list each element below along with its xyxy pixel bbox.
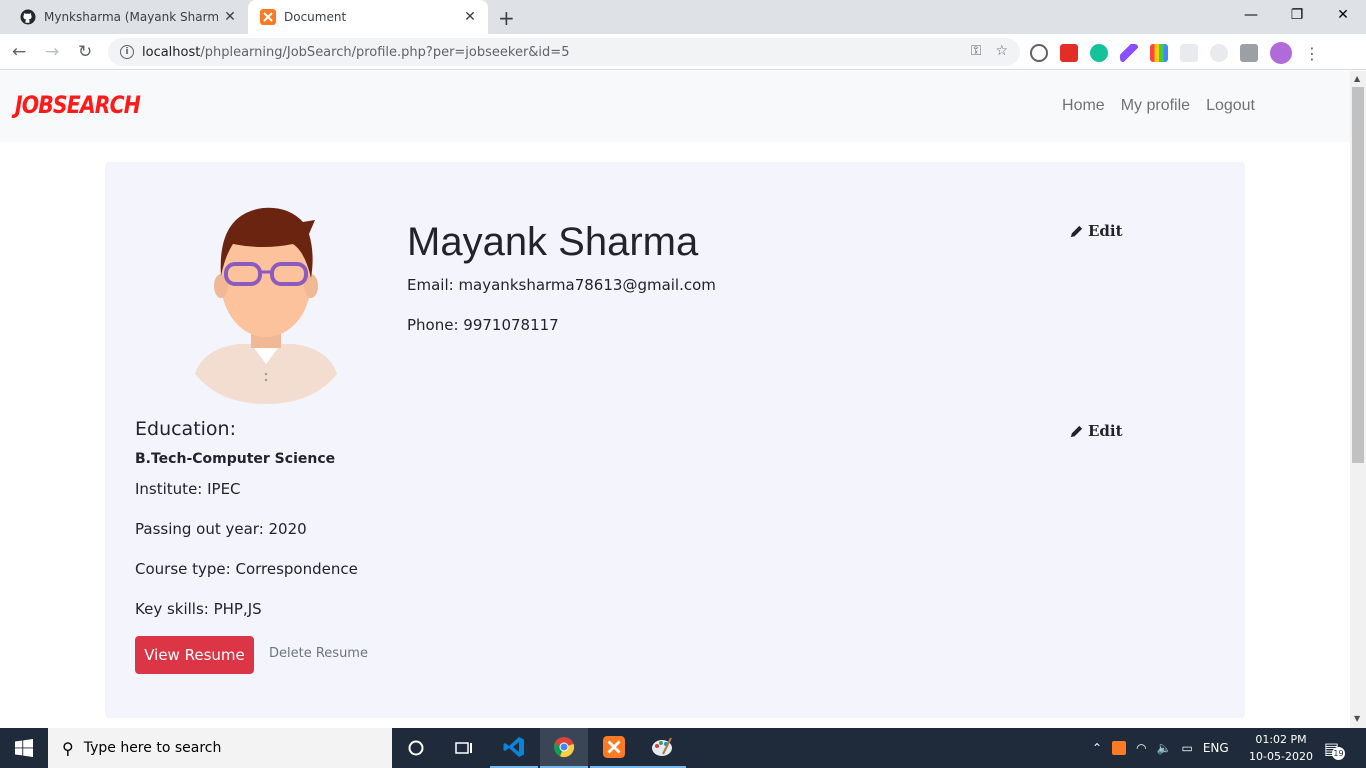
- taskbar-search-input[interactable]: ⚲ Type here to search: [48, 728, 392, 768]
- close-window-icon[interactable]: ✕: [1320, 0, 1366, 30]
- task-view-icon[interactable]: [440, 728, 488, 768]
- windows-taskbar: ⚲ Type here to search ⌃ ◠ 🔈 ▭ ENG 01:02 …: [0, 728, 1366, 768]
- education-degree: B.Tech-Computer Science: [135, 451, 336, 467]
- url-path: /phplearning/JobSearch/profile.php?per=j…: [200, 44, 570, 60]
- education-institute: Institute: IPEC: [135, 480, 241, 498]
- tab-title: Mynksharma (Mayank Sharma): [44, 10, 218, 24]
- profile-email: Email: mayanksharma78613@gmail.com: [407, 276, 716, 294]
- site-info-icon[interactable]: i: [120, 45, 134, 59]
- address-bar[interactable]: i localhost/phplearning/JobSearch/profil…: [108, 38, 1020, 66]
- nav-my-profile[interactable]: My profile: [1121, 97, 1190, 115]
- window-controls: — ❐ ✕: [1228, 0, 1366, 30]
- reload-icon[interactable]: ↻: [78, 42, 92, 62]
- xampp-icon[interactable]: [590, 728, 638, 768]
- search-placeholder: Type here to search: [83, 740, 222, 756]
- nav-logout[interactable]: Logout: [1206, 97, 1255, 115]
- clock-date: 10-05-2020: [1249, 750, 1313, 763]
- browser-tab-strip: Mynksharma (Mayank Sharma) ✕ Document ✕ …: [0, 0, 1366, 34]
- restore-icon[interactable]: ❐: [1274, 0, 1320, 30]
- new-tab-icon[interactable]: +: [498, 6, 515, 30]
- volume-icon[interactable]: 🔈: [1157, 741, 1172, 755]
- profile-avatar-icon[interactable]: [1270, 42, 1292, 64]
- key-icon[interactable]: ⚿: [971, 43, 982, 59]
- color-extension-icon[interactable]: [1150, 44, 1168, 62]
- nav-home[interactable]: Home: [1062, 97, 1105, 115]
- profile-phone: Phone: 9971078117: [407, 316, 559, 334]
- cortana-icon[interactable]: [392, 728, 440, 768]
- url-host: localhost: [142, 44, 201, 60]
- education-key-skills: Key skills: PHP,JS: [135, 600, 262, 618]
- menu-kebab-icon[interactable]: ⋮: [1304, 44, 1320, 63]
- wifi-icon[interactable]: ◠: [1136, 741, 1146, 755]
- edit-profile-button[interactable]: Edit: [1069, 222, 1123, 240]
- notification-center-icon[interactable]: ▤ 19: [1324, 728, 1345, 768]
- delete-resume-link[interactable]: Delete Resume: [269, 646, 368, 661]
- extensions-bar: ⋮: [1030, 42, 1320, 64]
- extension-icon[interactable]: [1180, 44, 1198, 62]
- education-heading: Education:: [135, 418, 236, 440]
- close-tab-icon[interactable]: ✕: [218, 9, 242, 25]
- grammarly-icon[interactable]: [1090, 44, 1108, 62]
- windows-start-icon[interactable]: [0, 728, 48, 768]
- edit-education-button[interactable]: Edit: [1069, 422, 1123, 440]
- notification-count: 19: [1332, 746, 1345, 760]
- clock-time: 01:02 PM: [1255, 733, 1307, 746]
- extension-icon[interactable]: [1030, 44, 1048, 62]
- tab-github[interactable]: Mynksharma (Mayank Sharma) ✕: [8, 0, 248, 34]
- scroll-down-icon[interactable]: ▼: [1354, 714, 1360, 723]
- taskbar-clock[interactable]: 01:02 PM 10-05-2020: [1244, 731, 1318, 765]
- extension-icon[interactable]: [1210, 44, 1228, 62]
- bookmark-star-icon[interactable]: ☆: [995, 43, 1008, 59]
- education-course-type: Course type: Correspondence: [135, 560, 358, 578]
- extension-icon[interactable]: [1240, 44, 1258, 62]
- minimize-icon[interactable]: —: [1228, 0, 1274, 30]
- education-passing-year: Passing out year: 2020: [135, 520, 307, 538]
- github-icon: [20, 9, 36, 25]
- show-hidden-icons[interactable]: ⌃: [1092, 741, 1102, 755]
- language-indicator[interactable]: ENG: [1203, 741, 1229, 755]
- web-page: JOBSEARCH Home My profile Logout Mayank …: [0, 71, 1350, 728]
- youtube-extension-icon[interactable]: [1060, 44, 1078, 62]
- back-icon[interactable]: ←: [12, 42, 26, 62]
- site-navbar: JOBSEARCH Home My profile Logout: [0, 71, 1350, 142]
- paint-icon[interactable]: [638, 728, 686, 768]
- view-resume-button[interactable]: View Resume: [135, 636, 254, 674]
- system-tray: ⌃ ◠ 🔈 ▭ ENG: [1092, 728, 1229, 768]
- nav-links: Home My profile Logout: [1062, 97, 1255, 115]
- pencil-icon: [1070, 425, 1083, 437]
- pencil-icon: [1070, 225, 1083, 237]
- search-icon: ⚲: [62, 738, 74, 758]
- tab-title: Document: [284, 10, 347, 24]
- battery-icon[interactable]: ▭: [1182, 741, 1193, 755]
- chrome-icon[interactable]: [540, 728, 588, 768]
- edit-label: Edit: [1088, 222, 1123, 240]
- user-avatar: [195, 207, 337, 404]
- edit-label: Edit: [1088, 422, 1123, 440]
- xampp-icon: [260, 9, 276, 25]
- profile-card: Mayank Sharma Email: mayanksharma78613@g…: [105, 162, 1245, 718]
- scroll-up-icon[interactable]: ▲: [1354, 74, 1360, 83]
- page-scrollbar[interactable]: ▲ ▼: [1350, 71, 1366, 728]
- brand-logo[interactable]: JOBSEARCH: [15, 91, 141, 119]
- close-tab-icon[interactable]: ✕: [458, 9, 482, 25]
- tab-document[interactable]: Document ✕: [248, 0, 488, 34]
- pen-extension-icon[interactable]: [1120, 44, 1138, 62]
- xampp-tray-icon[interactable]: [1112, 741, 1127, 755]
- browser-toolbar: ← → ↻ i localhost/phplearning/JobSearch/…: [0, 34, 1366, 70]
- profile-name: Mayank Sharma: [407, 220, 699, 264]
- forward-icon[interactable]: →: [45, 42, 59, 62]
- scrollbar-thumb[interactable]: [1352, 87, 1364, 463]
- vscode-icon[interactable]: [490, 728, 538, 768]
